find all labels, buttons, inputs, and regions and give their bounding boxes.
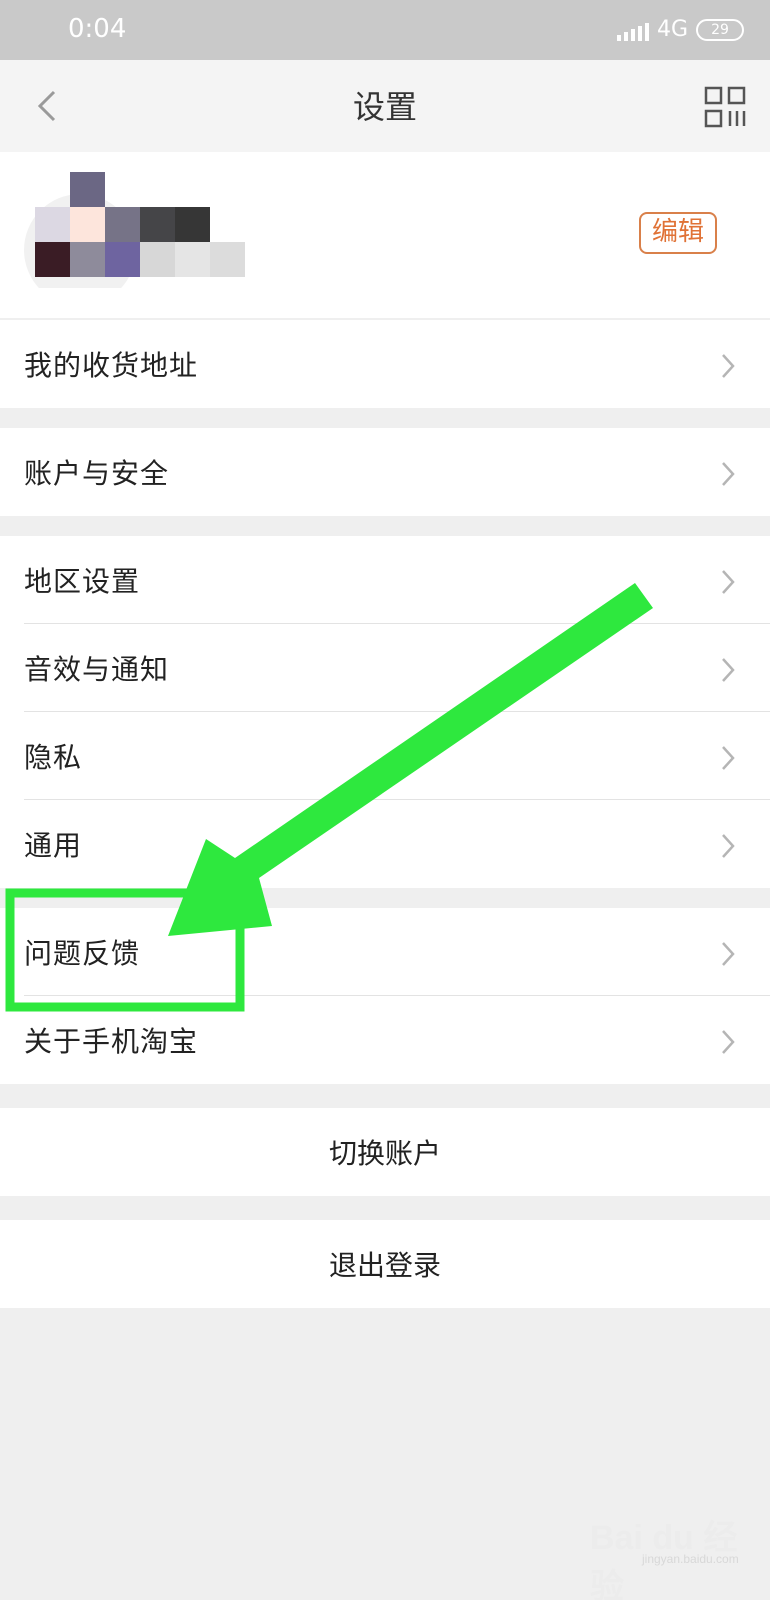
menu-label: 关于手机淘宝 <box>24 1025 199 1058</box>
menu-item-account-security[interactable]: 账户与安全 <box>0 428 770 516</box>
menu-item-sound-notify[interactable]: 音效与通知 <box>0 624 770 712</box>
chevron-right-icon <box>722 658 735 682</box>
switch-account-button[interactable]: 切换账户 <box>0 1108 770 1196</box>
watermark-logo: Bai du 经验 jingyan.baidu.com <box>590 1510 770 1600</box>
menu-item-general[interactable]: 通用 <box>0 800 770 888</box>
battery-icon: 29 <box>696 19 744 41</box>
status-indicators: 4G 29 <box>616 16 744 44</box>
menu-label: 音效与通知 <box>24 653 170 686</box>
chevron-right-icon <box>722 354 735 378</box>
watermark-sub: jingyan.baidu.com <box>642 1552 739 1566</box>
menu-label: 通用 <box>24 829 83 862</box>
chevron-right-icon <box>722 746 735 770</box>
menu-label: 账户与安全 <box>24 457 170 490</box>
menu-label: 我的收货地址 <box>24 349 199 382</box>
chevron-right-icon <box>722 942 735 966</box>
network-type: 4G <box>656 17 688 42</box>
page-title: 设置 <box>352 88 417 126</box>
menu-item-region[interactable]: 地区设置 <box>0 536 770 624</box>
logout-label: 退出登录 <box>328 1249 441 1282</box>
chevron-right-icon <box>722 1030 735 1054</box>
nav-bar: 设置 <box>0 60 770 152</box>
menu-item-about[interactable]: 关于手机淘宝 <box>0 996 770 1084</box>
qr-code-icon[interactable] <box>704 86 746 128</box>
edit-profile-button[interactable]: 编辑 <box>639 212 717 254</box>
status-bar: 0:04 4G 29 <box>0 0 770 60</box>
signal-icon <box>616 19 649 41</box>
switch-account-label: 切换账户 <box>328 1137 441 1170</box>
profile-section[interactable]: 编辑 <box>0 152 770 318</box>
chevron-right-icon <box>722 570 735 594</box>
logout-button[interactable]: 退出登录 <box>0 1220 770 1308</box>
status-time: 0:04 <box>68 14 127 44</box>
menu-item-privacy[interactable]: 隐私 <box>0 712 770 800</box>
avatar <box>24 168 254 288</box>
menu-label: 问题反馈 <box>24 937 141 970</box>
chevron-right-icon <box>722 462 735 486</box>
menu-item-address[interactable]: 我的收货地址 <box>0 320 770 408</box>
menu-item-feedback[interactable]: 问题反馈 <box>0 908 770 996</box>
chevron-right-icon <box>722 834 735 858</box>
menu-label: 隐私 <box>24 741 83 774</box>
menu-label: 地区设置 <box>24 565 141 598</box>
